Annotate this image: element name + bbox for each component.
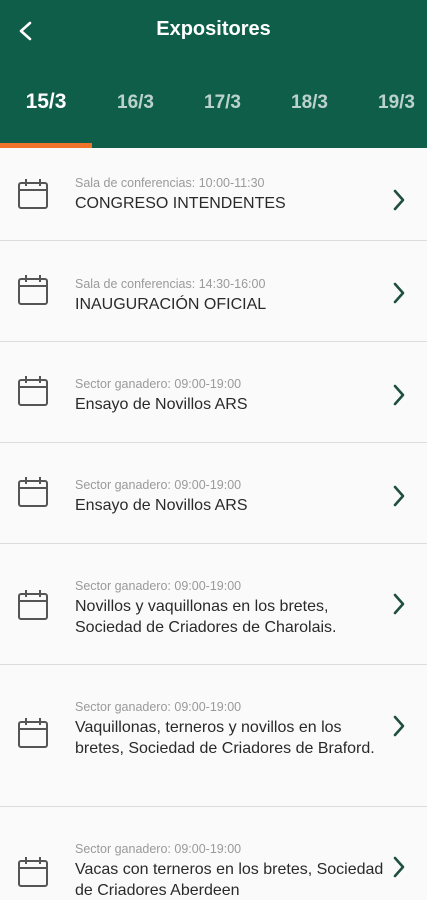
event-title: Novillos y vaquillonas en los bretes, So… xyxy=(75,598,337,636)
event-title: INAUGURACIÓN OFICIAL xyxy=(75,296,267,313)
chevron-right-icon xyxy=(393,856,405,878)
calendar-icon xyxy=(18,477,48,507)
event-item[interactable]: Sector ganadero: 09:00-19:00 Vaquillonas… xyxy=(0,665,427,807)
chevron-right-icon xyxy=(393,715,405,737)
tab-16-3[interactable]: 16/3 xyxy=(92,84,179,148)
event-item[interactable]: Sector ganadero: 09:00-19:00 Novillos y … xyxy=(0,544,427,665)
event-subtitle: Sector ganadero: 09:00-19:00 xyxy=(75,700,242,714)
calendar-icon xyxy=(18,275,48,305)
tab-18-3[interactable]: 18/3 xyxy=(266,84,353,148)
tab-15-3[interactable]: 15/3 xyxy=(0,84,92,148)
tab-17-3[interactable]: 17/3 xyxy=(179,84,266,148)
tab-19-3[interactable]: 19/3 xyxy=(353,84,427,148)
page-title: Expositores xyxy=(156,18,271,40)
app-bar: Expositores 15/3 16/3 17/3 18/3 19/3 xyxy=(0,0,427,148)
event-text: Sector ganadero: 09:00-19:00 Vacas con t… xyxy=(75,841,385,900)
events-list: Sala de conferencias: 10:00-11:30 CONGRE… xyxy=(0,148,427,900)
event-subtitle: Sector ganadero: 09:00-19:00 xyxy=(75,377,242,391)
event-text: Sala de conferencias: 14:30-16:00 INAUGU… xyxy=(75,276,385,315)
event-title: Vacas con terneros en los bretes, Socied… xyxy=(75,861,384,899)
date-tabs: 15/3 16/3 17/3 18/3 19/3 xyxy=(0,84,427,148)
calendar-icon xyxy=(18,718,48,748)
calendar-icon xyxy=(18,857,48,887)
event-title: CONGRESO INTENDENTES xyxy=(75,195,286,212)
event-item[interactable]: Sector ganadero: 09:00-19:00 Vacas con t… xyxy=(0,807,427,900)
calendar-icon xyxy=(18,590,48,620)
calendar-icon xyxy=(18,179,48,209)
event-item[interactable]: Sector ganadero: 09:00-19:00 Ensayo de N… xyxy=(0,443,427,544)
event-item[interactable]: Sala de conferencias: 14:30-16:00 INAUGU… xyxy=(0,241,427,342)
event-text: Sector ganadero: 09:00-19:00 Ensayo de N… xyxy=(75,477,385,516)
event-subtitle: Sector ganadero: 09:00-19:00 xyxy=(75,842,242,856)
event-text: Sector ganadero: 09:00-19:00 Novillos y … xyxy=(75,578,385,638)
event-subtitle: Sala de conferencias: 14:30-16:00 xyxy=(75,277,266,291)
event-item[interactable]: Sala de conferencias: 10:00-11:30 CONGRE… xyxy=(0,148,427,241)
event-text: Sector ganadero: 09:00-19:00 Ensayo de N… xyxy=(75,376,385,415)
event-item[interactable]: Sector ganadero: 09:00-19:00 Ensayo de N… xyxy=(0,342,427,443)
chevron-right-icon xyxy=(393,384,405,406)
event-text: Sector ganadero: 09:00-19:00 Vaquillonas… xyxy=(75,699,385,759)
chevron-right-icon xyxy=(393,189,405,211)
event-text: Sala de conferencias: 10:00-11:30 CONGRE… xyxy=(75,175,385,214)
event-subtitle: Sector ganadero: 09:00-19:00 xyxy=(75,478,242,492)
chevron-right-icon xyxy=(393,485,405,507)
chevron-right-icon xyxy=(393,282,405,304)
event-title: Ensayo de Novillos ARS xyxy=(75,396,248,413)
event-subtitle: Sector ganadero: 09:00-19:00 xyxy=(75,579,242,593)
chevron-right-icon xyxy=(393,593,405,615)
event-subtitle: Sala de conferencias: 10:00-11:30 xyxy=(75,176,265,190)
calendar-icon xyxy=(18,376,48,406)
event-title: Ensayo de Novillos ARS xyxy=(75,497,248,514)
event-title: Vaquillonas, terneros y novillos en los … xyxy=(75,719,375,757)
